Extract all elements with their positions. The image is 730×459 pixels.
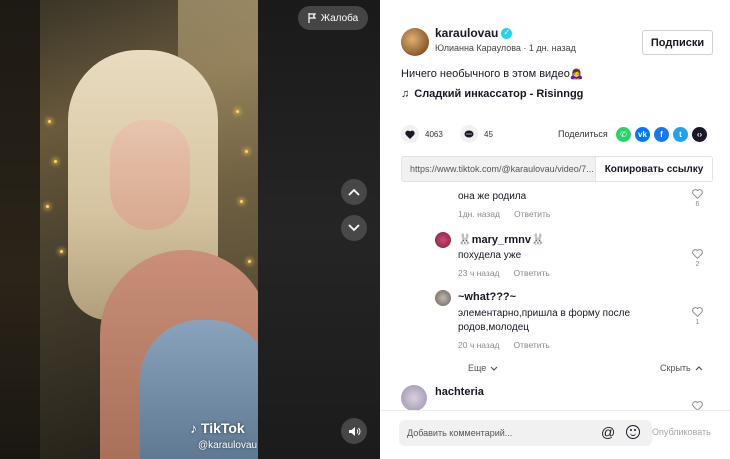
light-dot: [60, 250, 63, 253]
report-button[interactable]: Жалоба: [298, 6, 368, 30]
comment-like[interactable]: [692, 401, 703, 410]
like-count: 4063: [425, 129, 443, 139]
video-player[interactable]: ♪ TikTok @karaulovau: [40, 0, 258, 459]
comment-like[interactable]: 2: [692, 249, 703, 268]
light-dot: [46, 205, 49, 208]
commenter-avatar[interactable]: [435, 290, 451, 306]
like-action[interactable]: 4063: [401, 125, 443, 143]
comment-like[interactable]: 6: [692, 189, 703, 208]
watermark-username: @karaulovau: [198, 440, 258, 451]
commenter-username[interactable]: hachteria: [435, 386, 484, 398]
facebook-icon[interactable]: f: [654, 127, 669, 142]
video-subject-dress: [140, 320, 258, 459]
comment-time: 1дн. назад: [458, 209, 501, 219]
heart-icon: [401, 125, 419, 143]
verified-badge-icon: ✓: [501, 27, 513, 39]
comment-composer: Добавить комментарий... @ Опубликовать: [380, 410, 730, 459]
heart-outline-icon: [692, 189, 703, 199]
light-dot: [240, 200, 243, 203]
tiktok-watermark: ♪ TikTok: [190, 420, 245, 436]
follow-button[interactable]: Подписки: [642, 30, 713, 55]
video-description: Ничего необычного в этом видео🙇‍♀️: [401, 68, 584, 80]
share-label: Поделиться: [558, 129, 608, 139]
embed-icon[interactable]: ‹›: [692, 127, 707, 142]
speaker-icon: [348, 426, 360, 436]
comment-text: она же родила: [458, 191, 527, 202]
reply-button[interactable]: Ответить: [514, 209, 550, 219]
comment-like[interactable]: 1: [692, 307, 703, 326]
comment-text-line2: родов,молодец: [458, 322, 530, 333]
chevron-down-icon: [348, 224, 360, 232]
chevron-up-icon: [695, 365, 703, 370]
show-more-replies[interactable]: Еще: [468, 363, 498, 373]
author-subline: Юлианна Караулова · 1 дн. назад: [435, 43, 576, 53]
info-panel: karaulovau ✓ Юлианна Караулова · 1 дн. н…: [380, 0, 730, 459]
light-dot: [54, 160, 57, 163]
hide-replies[interactable]: Скрыть: [660, 363, 703, 373]
comment-meta: 1дн. назад Ответить: [458, 209, 550, 219]
heart-outline-icon: [692, 249, 703, 259]
comment-text: похудела уже: [458, 250, 522, 261]
light-dot: [236, 110, 239, 113]
heart-outline-icon: [692, 307, 703, 317]
video-subject-face: [110, 120, 190, 230]
previous-video-button[interactable]: [341, 179, 367, 205]
commenter-avatar[interactable]: [435, 232, 451, 248]
comment-action[interactable]: 45: [460, 125, 493, 143]
author-avatar[interactable]: [401, 28, 429, 56]
video-link-box: https://www.tiktok.com/@karaulovau/video…: [401, 156, 713, 182]
music-link[interactable]: ♫ Сладкий инкассатор - Risinngg: [401, 88, 583, 100]
like-count: 1: [695, 319, 700, 326]
video-blur-left: [0, 0, 40, 459]
author-username[interactable]: karaulovau ✓: [435, 26, 513, 40]
light-dot: [245, 150, 248, 153]
reply-button[interactable]: Ответить: [514, 268, 550, 278]
chevron-down-icon: [490, 366, 498, 371]
chevron-up-icon: [348, 188, 360, 196]
light-dot: [248, 260, 251, 263]
reply-button[interactable]: Ответить: [514, 340, 550, 350]
video-url[interactable]: https://www.tiktok.com/@karaulovau/video…: [402, 157, 595, 181]
comment-text-line1: элементарно,пришла в форму после: [458, 308, 631, 319]
commenter-username[interactable]: ~what???~: [458, 291, 516, 303]
like-count: 6: [695, 201, 700, 208]
music-note-icon: ♫: [401, 88, 410, 100]
heart-outline-icon: [692, 401, 703, 410]
emoji-icon[interactable]: [626, 425, 640, 439]
flag-icon: [308, 13, 316, 23]
tiktok-note-icon: ♪: [190, 420, 201, 436]
comment-icon: [460, 125, 478, 143]
copy-link-button[interactable]: Копировать ссылку: [595, 157, 712, 181]
whatsapp-icon[interactable]: ✆: [616, 127, 631, 142]
mention-icon[interactable]: @: [601, 425, 615, 439]
like-count: 2: [695, 261, 700, 268]
commenter-avatar[interactable]: [401, 385, 427, 410]
comments-list[interactable]: она же родила 1дн. назад Ответить 6 🐰mar…: [380, 188, 730, 410]
comment-meta: 20 ч назад Ответить: [458, 340, 550, 350]
light-dot: [48, 120, 51, 123]
commenter-username[interactable]: 🐰mary_rmnv🐰: [458, 233, 545, 246]
comment-meta: 23 ч назад Ответить: [458, 268, 550, 278]
tiktok-video-page: ♪ TikTok @karaulovau Жалоба karaulovau ✓…: [0, 0, 730, 459]
post-comment-button[interactable]: Опубликовать: [652, 427, 711, 437]
video-panel: ♪ TikTok @karaulovau Жалоба: [0, 0, 380, 459]
comment-count: 45: [484, 129, 493, 139]
twitter-icon[interactable]: t: [673, 127, 688, 142]
next-video-button[interactable]: [341, 215, 367, 241]
comment-time: 23 ч назад: [458, 268, 500, 278]
comment-time: 20 ч назад: [458, 340, 500, 350]
volume-button[interactable]: [341, 418, 367, 444]
vk-icon[interactable]: vk: [635, 127, 650, 142]
report-label: Жалоба: [320, 12, 359, 24]
